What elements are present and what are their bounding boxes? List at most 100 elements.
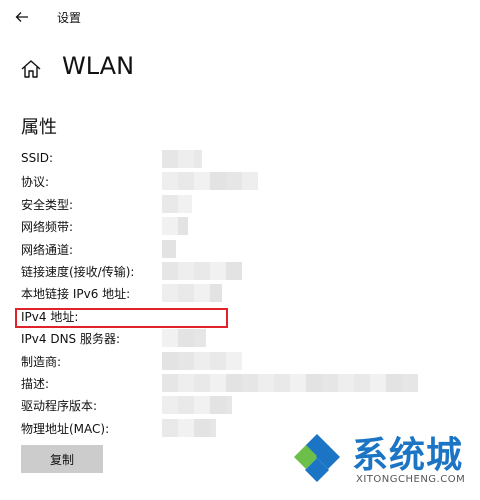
redaction-cell	[162, 239, 176, 258]
redaction-cell	[242, 374, 258, 392]
redaction-cell	[210, 396, 226, 415]
redaction-cell	[178, 418, 194, 437]
property-label: 网络通道:	[21, 242, 74, 257]
redaction-cell	[210, 374, 226, 392]
property-value-redacted	[162, 150, 202, 168]
property-value-redacted	[162, 351, 242, 370]
property-label: 驱动程序版本:	[21, 399, 98, 414]
property-value-redacted	[162, 172, 258, 191]
property-value-redacted	[162, 329, 206, 348]
window-title: 设置	[57, 11, 82, 25]
redaction-cell	[226, 262, 242, 280]
redaction-cell	[178, 217, 188, 236]
watermark: 系统城 XITONGCHENG.COM	[286, 420, 480, 500]
property-row: 本地链接 IPv6 地址:	[0, 282, 480, 304]
property-row: IPv4 DNS 服务器:	[0, 327, 480, 349]
redaction-cell	[194, 329, 206, 348]
redaction-cell	[210, 172, 226, 191]
redaction-cell	[242, 172, 258, 191]
redaction-cell	[194, 262, 210, 280]
property-value-redacted	[162, 262, 242, 280]
redaction-cell	[370, 374, 386, 392]
property-label: 本地链接 IPv6 地址:	[21, 287, 131, 302]
property-label: 网络频带:	[21, 220, 74, 235]
redaction-cell	[210, 418, 216, 437]
redaction-cell	[162, 262, 178, 280]
redaction-cell	[226, 374, 242, 392]
redaction-cell	[274, 374, 290, 392]
redaction-cell	[162, 329, 178, 348]
redaction-cell	[226, 172, 242, 191]
property-row: 网络频带:	[0, 215, 480, 237]
redaction-cell	[210, 284, 222, 303]
section-title: 属性	[21, 117, 57, 138]
page-title: WLAN	[62, 52, 135, 80]
redaction-cell	[178, 150, 194, 168]
property-label: 协议:	[21, 175, 50, 190]
redaction-cell	[162, 351, 178, 370]
redaction-cell	[194, 172, 210, 191]
redaction-cell	[178, 396, 194, 415]
property-label: 制造商:	[21, 354, 62, 369]
property-label: 描述:	[21, 377, 50, 391]
property-value-redacted	[162, 194, 192, 213]
property-row: SSID:	[0, 148, 480, 170]
property-label: 链接速度(接收/传输):	[21, 265, 135, 279]
redaction-cell	[306, 374, 322, 392]
property-label: SSID:	[21, 151, 54, 165]
property-value-redacted	[162, 217, 188, 236]
property-row: 链接速度(接收/传输):	[0, 260, 480, 282]
redaction-cell	[194, 351, 210, 370]
redaction-cell	[194, 150, 202, 168]
property-label: 安全类型:	[21, 197, 74, 212]
redaction-cell	[178, 351, 194, 370]
property-row: 安全类型:	[0, 193, 480, 215]
back-button[interactable]	[10, 6, 34, 28]
redaction-cell	[162, 374, 178, 392]
redaction-cell	[162, 284, 178, 303]
redaction-cell	[178, 284, 194, 303]
property-value-redacted	[162, 418, 216, 437]
redaction-cell	[178, 329, 194, 348]
redaction-cell	[178, 194, 192, 213]
redaction-cell	[178, 262, 194, 280]
redaction-cell	[354, 374, 370, 392]
redaction-cell	[402, 374, 418, 392]
property-label: 物理地址(MAC):	[21, 421, 110, 436]
redaction-cell	[290, 374, 306, 392]
redaction-cell	[194, 284, 210, 303]
watermark-site: XITONGCHENG.COM	[356, 474, 466, 485]
redaction-cell	[162, 150, 178, 168]
redaction-cell	[338, 374, 354, 392]
redaction-cell	[226, 351, 242, 370]
redaction-cell	[178, 172, 194, 191]
redaction-cell	[162, 396, 178, 415]
redaction-cell	[226, 396, 232, 415]
redaction-cell	[210, 351, 226, 370]
title-bar: 设置	[0, 0, 480, 34]
highlight-box	[15, 308, 228, 328]
property-value-redacted	[162, 284, 222, 303]
redaction-cell	[194, 374, 210, 392]
property-row: 网络通道:	[0, 238, 480, 260]
property-value-redacted	[162, 396, 232, 415]
redaction-cell	[194, 418, 210, 437]
redaction-cell	[258, 374, 274, 392]
redaction-cell	[322, 374, 338, 392]
watermark-brand: 系统城	[352, 435, 464, 476]
redaction-cell	[162, 418, 178, 437]
page-header: WLAN	[0, 50, 480, 90]
copy-button[interactable]: 复制	[21, 445, 103, 473]
redaction-cell	[162, 172, 178, 191]
redaction-cell	[162, 194, 178, 213]
property-value-redacted	[162, 374, 418, 392]
brand-logo-icon	[290, 430, 344, 484]
property-row: 描述:	[0, 372, 480, 394]
home-icon	[21, 60, 41, 78]
redaction-cell	[386, 374, 402, 392]
redaction-cell	[162, 217, 178, 236]
redaction-cell	[210, 262, 226, 280]
property-row: 制造商:	[0, 350, 480, 372]
back-arrow-icon	[15, 12, 28, 22]
property-row: 协议:	[0, 170, 480, 192]
